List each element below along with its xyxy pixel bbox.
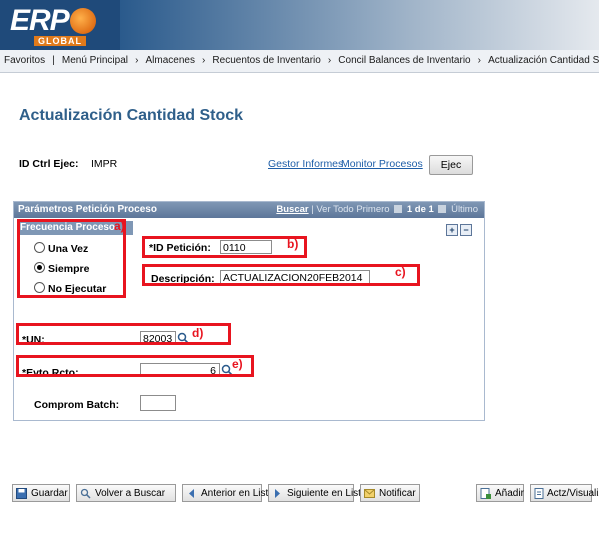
search-icon <box>80 488 91 499</box>
nav-actualizacion-stock[interactable]: Actualización Cantidad Stock <box>488 50 599 72</box>
buscar-link[interactable]: Buscar <box>276 204 308 215</box>
nav-almacenes[interactable]: Almacenes <box>145 50 194 72</box>
add-icon <box>480 488 491 499</box>
annotation-label-e: e) <box>232 357 243 371</box>
notify-label: Notificar <box>379 488 416 499</box>
previous-in-list-button[interactable]: Anterior en Lista <box>182 484 274 502</box>
header-gradient <box>120 0 599 50</box>
run-control-row: ID Ctrl Ejec: IMPR Gestor Informes Monit… <box>19 155 579 175</box>
next-icon <box>275 489 280 498</box>
logo-subtext: GLOBAL <box>34 36 86 46</box>
panel-title: Parámetros Petición Proceso <box>18 204 157 215</box>
update-icon <box>534 488 544 499</box>
update-display-button[interactable]: Actz/Visualizar <box>530 484 599 502</box>
nav-separator: › <box>202 55 206 66</box>
nav-separator: › <box>477 55 482 66</box>
nav-separator: | <box>52 55 55 66</box>
delete-row-icon[interactable]: − <box>460 224 472 236</box>
next-in-list-label: Siguiente en Lista <box>287 488 367 499</box>
annotation-box-a <box>17 219 126 298</box>
add-button[interactable]: Añadir <box>476 484 524 502</box>
batch-label: Comprom Batch: <box>34 399 120 411</box>
batch-input[interactable] <box>140 395 176 411</box>
nav-separator: › <box>327 55 332 66</box>
notify-icon <box>364 489 375 498</box>
app-header: ERP GLOBAL <box>0 0 599 50</box>
previous-in-list-label: Anterior en Lista <box>201 488 274 499</box>
nav-favoritos[interactable]: Favoritos <box>4 50 45 72</box>
tools-separator: | <box>311 204 314 215</box>
bottom-toolbar: Guardar Volver a Buscar Anterior en List… <box>12 484 599 504</box>
notify-button[interactable]: Notificar <box>360 484 420 502</box>
first-arrow-icon[interactable] <box>394 205 403 214</box>
report-manager-link[interactable]: Gestor Informes <box>268 158 343 170</box>
logo-text: ERP <box>10 4 70 37</box>
run-control-label: ID Ctrl Ejec: <box>19 158 79 170</box>
annotation-label-c: c) <box>395 265 406 279</box>
annotation-box-e <box>16 355 254 377</box>
annotation-box-b <box>142 236 307 258</box>
add-label: Añadir <box>495 488 524 499</box>
ultimo-link[interactable]: Último <box>451 204 478 215</box>
update-display-label: Actz/Visualizar <box>547 488 599 499</box>
save-button[interactable]: Guardar <box>12 484 70 502</box>
globe-icon <box>70 8 96 34</box>
page-title: Actualización Cantidad Stock <box>19 107 244 124</box>
annotation-box-c <box>142 264 420 286</box>
record-count: 1 de 1 <box>406 204 434 215</box>
save-icon <box>16 488 27 499</box>
process-monitor-link[interactable]: Monitor Procesos <box>341 158 423 170</box>
annotation-label-d: d) <box>192 326 204 340</box>
nav-separator: › <box>135 55 139 66</box>
back-to-search-button[interactable]: Volver a Buscar <box>76 484 176 502</box>
nav-concil-balances[interactable]: Concil Balances de Inventario <box>338 50 470 72</box>
primero-link[interactable]: Primero <box>356 204 389 215</box>
previous-icon <box>189 489 194 498</box>
last-arrow-icon[interactable] <box>438 205 447 214</box>
nav-menu-principal[interactable]: Menú Principal <box>62 50 128 72</box>
save-label: Guardar <box>31 488 68 499</box>
add-row-icon[interactable]: + <box>446 224 458 236</box>
panel-nav-tools: Buscar | Ver Todo Primero 1 de 1 Último <box>276 204 478 215</box>
ver-todo-link[interactable]: Ver Todo <box>316 204 353 215</box>
run-control-value: IMPR <box>91 158 118 170</box>
annotation-label-b: b) <box>287 237 299 251</box>
next-in-list-button[interactable]: Siguiente en Lista <box>268 484 367 502</box>
back-to-search-label: Volver a Buscar <box>95 488 166 499</box>
menu-bar: Favoritos | Menú Principal › Almacenes ›… <box>0 50 599 73</box>
nav-recuentos[interactable]: Recuentos de Inventario <box>212 50 320 72</box>
run-button[interactable]: Ejec <box>429 155 473 175</box>
erp-logo[interactable]: ERP GLOBAL <box>4 2 124 46</box>
annotation-label-a: a) <box>114 219 125 233</box>
panel-header: Parámetros Petición Proceso Buscar | Ver… <box>14 202 484 218</box>
